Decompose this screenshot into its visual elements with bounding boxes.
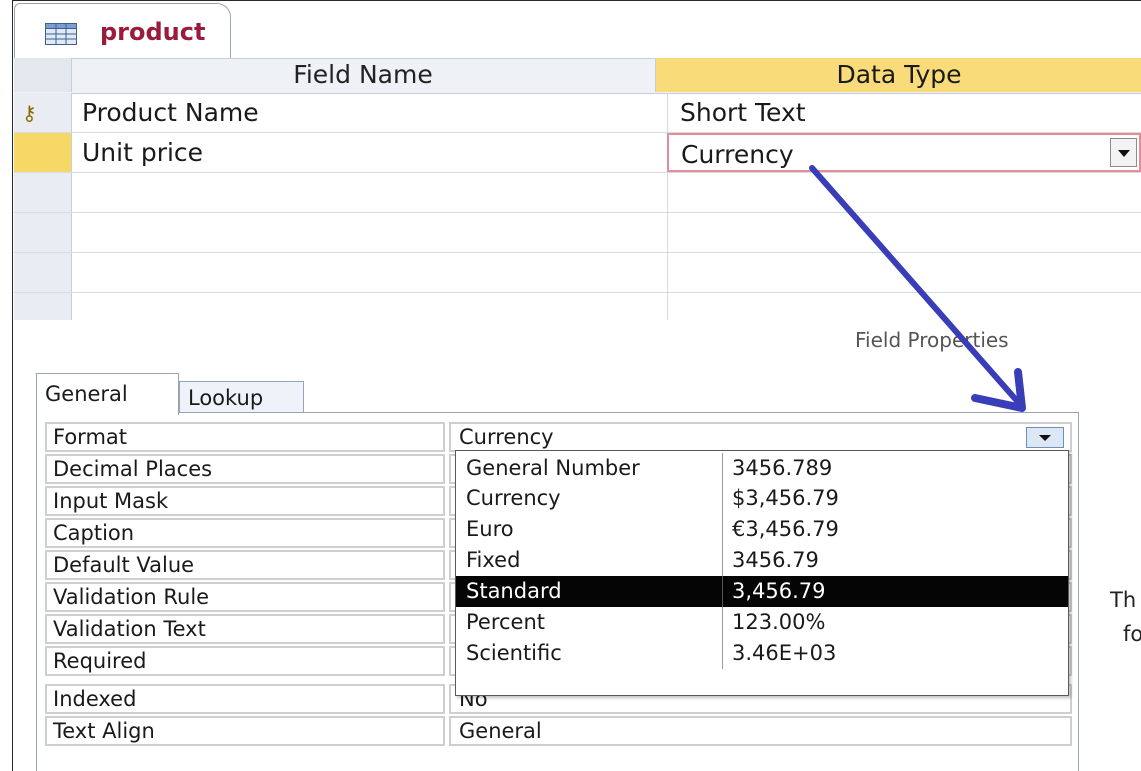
row-selector[interactable]: [14, 253, 72, 292]
column-header-data-type[interactable]: Data Type: [655, 58, 1141, 92]
option-name: Fixed: [466, 548, 521, 572]
field-properties-title: Field Properties: [855, 328, 1009, 352]
property-label: Input Mask: [45, 486, 445, 516]
property-value: Currency: [459, 425, 554, 449]
data-type-cell[interactable]: [667, 253, 1141, 292]
property-label: Validation Rule: [45, 582, 445, 612]
empty-field-row[interactable]: [14, 213, 1141, 253]
option-name: Scientific: [466, 641, 562, 665]
option-example: $3,456.79: [732, 486, 839, 510]
row-selector[interactable]: [14, 173, 72, 212]
option-example: €3,456.79: [732, 517, 839, 541]
column-divider: [722, 576, 723, 607]
property-row-format[interactable]: Format Currency: [45, 422, 1072, 452]
dropdown-option-standard[interactable]: Standard 3,456.79: [456, 576, 1068, 607]
primary-key-icon: ⚷: [22, 101, 37, 125]
property-label: Caption: [45, 518, 445, 548]
empty-field-row[interactable]: [14, 293, 1141, 320]
option-name: Standard: [466, 579, 562, 603]
row-selector[interactable]: [14, 133, 72, 172]
property-label: Decimal Places: [45, 454, 445, 484]
field-row[interactable]: Unit price Currency: [14, 133, 1141, 173]
column-divider: [722, 453, 723, 484]
column-divider: [722, 607, 723, 638]
tab-general[interactable]: General: [36, 373, 179, 415]
tab-lookup[interactable]: Lookup: [179, 381, 304, 413]
property-label: Text Align: [45, 716, 445, 746]
field-name-cell[interactable]: Product Name: [82, 93, 259, 132]
empty-field-row[interactable]: [14, 253, 1141, 293]
property-label: Format: [45, 422, 445, 452]
data-type-value: Currency: [681, 140, 794, 169]
row-selector[interactable]: ⚷: [14, 93, 72, 132]
data-type-dropdown-button[interactable]: [1110, 138, 1137, 167]
help-text-line-2: fo: [1123, 622, 1141, 646]
option-example: 3,456.79: [732, 579, 826, 603]
field-row[interactable]: ⚷ Product Name Short Text: [14, 93, 1141, 133]
column-divider: [722, 638, 723, 669]
dropdown-option-currency[interactable]: Currency $3,456.79: [456, 483, 1068, 514]
empty-field-row[interactable]: [14, 173, 1141, 213]
format-dropdown-list[interactable]: General Number 3456.789 Currency $3,456.…: [455, 450, 1069, 696]
option-example: 3456.789: [732, 456, 833, 480]
field-name-cell[interactable]: Unit price: [82, 133, 203, 172]
option-example: 123.00%: [732, 610, 826, 634]
row-selector[interactable]: [14, 213, 72, 252]
dropdown-option-scientific[interactable]: Scientific 3.46E+03: [456, 638, 1068, 669]
option-example: 3.46E+03: [732, 641, 837, 665]
column-divider: [722, 514, 723, 545]
option-name: Euro: [466, 517, 514, 541]
option-name: Currency: [466, 486, 561, 510]
property-label: Indexed: [45, 684, 445, 714]
data-type-cell[interactable]: [667, 293, 1141, 320]
select-all-corner[interactable]: [14, 58, 72, 92]
dropdown-option-general-number[interactable]: General Number 3456.789: [456, 453, 1068, 484]
option-example: 3456.79: [732, 548, 819, 572]
data-type-cell[interactable]: Currency: [667, 133, 1141, 172]
document-tab-product[interactable]: product: [14, 3, 231, 59]
row-selector[interactable]: [14, 293, 72, 320]
data-type-cell[interactable]: [667, 213, 1141, 252]
column-header-field-name[interactable]: Field Name: [72, 58, 654, 92]
dropdown-option-euro[interactable]: Euro €3,456.79: [456, 514, 1068, 545]
help-text-line-1: Th: [1110, 588, 1137, 612]
property-row-text-align[interactable]: Text Align General: [45, 716, 1072, 746]
data-type-cell[interactable]: [667, 173, 1141, 212]
property-value[interactable]: General: [449, 716, 1072, 746]
option-name: Percent: [466, 610, 546, 634]
property-label: Required: [45, 646, 445, 676]
format-value[interactable]: Currency: [449, 422, 1072, 452]
option-name: General Number: [466, 456, 640, 480]
property-label: Default Value: [45, 550, 445, 580]
data-type-value: Short Text: [680, 98, 806, 127]
dropdown-option-fixed[interactable]: Fixed 3456.79: [456, 545, 1068, 576]
document-tab-label: product: [100, 18, 206, 46]
dropdown-option-percent[interactable]: Percent 123.00%: [456, 607, 1068, 638]
format-dropdown-button[interactable]: [1026, 427, 1064, 448]
property-label: Validation Text: [45, 614, 445, 644]
column-divider: [722, 483, 723, 514]
column-divider: [722, 545, 723, 576]
table-icon: [45, 23, 77, 45]
data-type-cell[interactable]: Short Text: [667, 93, 1141, 132]
